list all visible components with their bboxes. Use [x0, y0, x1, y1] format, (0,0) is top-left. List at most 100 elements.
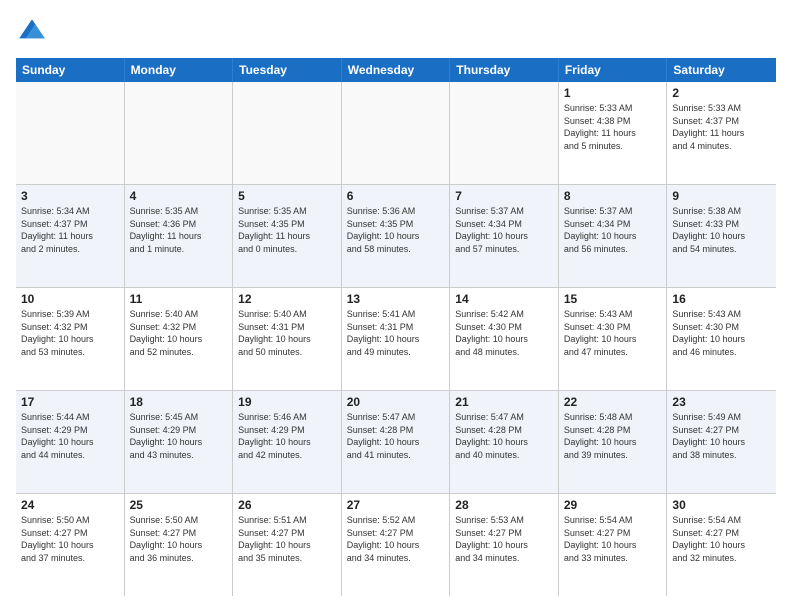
day-cell-8: 8 Sunrise: 5:37 AM Sunset: 4:34 PM Daylig…: [559, 185, 668, 287]
header-day-friday: Friday: [559, 58, 668, 82]
day-info: Sunrise: 5:47 AM Sunset: 4:28 PM Dayligh…: [347, 411, 445, 461]
day-info: Sunrise: 5:52 AM Sunset: 4:27 PM Dayligh…: [347, 514, 445, 564]
day-number: 17: [21, 395, 119, 409]
day-number: 30: [672, 498, 771, 512]
page: SundayMondayTuesdayWednesdayThursdayFrid…: [0, 0, 792, 612]
day-cell-30: 30Sunrise: 5:54 AM Sunset: 4:27 PM Dayli…: [667, 494, 776, 596]
day-info: Sunrise: 5:45 AM Sunset: 4:29 PM Dayligh…: [130, 411, 228, 461]
empty-cell: [450, 82, 559, 184]
day-number: 24: [21, 498, 119, 512]
day-cell-9: 9 Sunrise: 5:38 AM Sunset: 4:33 PM Daylig…: [667, 185, 776, 287]
day-number: 5: [238, 189, 336, 203]
day-number: 4: [130, 189, 228, 203]
day-cell-18: 18 Sunrise: 5:45 AM Sunset: 4:29 PM Dayli…: [125, 391, 234, 493]
calendar-header: SundayMondayTuesdayWednesdayThursdayFrid…: [16, 58, 776, 82]
header-day-sunday: Sunday: [16, 58, 125, 82]
day-number: 25: [130, 498, 228, 512]
day-number: 6: [347, 189, 445, 203]
day-cell-5: 5Sunrise: 5:35 AM Sunset: 4:35 PM Daylig…: [233, 185, 342, 287]
empty-cell: [342, 82, 451, 184]
day-cell-3: 3Sunrise: 5:34 AM Sunset: 4:37 PM Daylig…: [16, 185, 125, 287]
day-info: Sunrise: 5:34 AM Sunset: 4:37 PM Dayligh…: [21, 205, 119, 255]
day-info: Sunrise: 5:43 AM Sunset: 4:30 PM Dayligh…: [672, 308, 771, 358]
day-number: 11: [130, 292, 228, 306]
day-cell-7: 7Sunrise: 5:37 AM Sunset: 4:34 PM Daylig…: [450, 185, 559, 287]
day-cell-29: 29 Sunrise: 5:54 AM Sunset: 4:27 PM Dayli…: [559, 494, 668, 596]
header-day-tuesday: Tuesday: [233, 58, 342, 82]
day-info: Sunrise: 5:37 AM Sunset: 4:34 PM Dayligh…: [564, 205, 662, 255]
day-number: 20: [347, 395, 445, 409]
logo-icon: [16, 16, 48, 48]
empty-cell: [233, 82, 342, 184]
day-number: 29: [564, 498, 662, 512]
day-info: Sunrise: 5:48 AM Sunset: 4:28 PM Dayligh…: [564, 411, 662, 461]
day-number: 8: [564, 189, 662, 203]
day-number: 13: [347, 292, 445, 306]
day-number: 26: [238, 498, 336, 512]
day-cell-28: 28 Sunrise: 5:53 AM Sunset: 4:27 PM Dayli…: [450, 494, 559, 596]
day-number: 16: [672, 292, 771, 306]
day-number: 22: [564, 395, 662, 409]
day-cell-17: 17 Sunrise: 5:44 AM Sunset: 4:29 PM Dayli…: [16, 391, 125, 493]
day-info: Sunrise: 5:46 AM Sunset: 4:29 PM Dayligh…: [238, 411, 336, 461]
day-info: Sunrise: 5:41 AM Sunset: 4:31 PM Dayligh…: [347, 308, 445, 358]
day-cell-14: 14 Sunrise: 5:42 AM Sunset: 4:30 PM Dayli…: [450, 288, 559, 390]
day-number: 21: [455, 395, 553, 409]
day-info: Sunrise: 5:47 AM Sunset: 4:28 PM Dayligh…: [455, 411, 553, 461]
day-info: Sunrise: 5:40 AM Sunset: 4:32 PM Dayligh…: [130, 308, 228, 358]
day-cell-19: 19 Sunrise: 5:46 AM Sunset: 4:29 PM Dayli…: [233, 391, 342, 493]
day-info: Sunrise: 5:50 AM Sunset: 4:27 PM Dayligh…: [21, 514, 119, 564]
day-info: Sunrise: 5:51 AM Sunset: 4:27 PM Dayligh…: [238, 514, 336, 564]
header-day-saturday: Saturday: [667, 58, 776, 82]
day-number: 10: [21, 292, 119, 306]
week-row-1: 3Sunrise: 5:34 AM Sunset: 4:37 PM Daylig…: [16, 185, 776, 288]
day-number: 15: [564, 292, 662, 306]
day-info: Sunrise: 5:38 AM Sunset: 4:33 PM Dayligh…: [672, 205, 771, 255]
day-cell-16: 16 Sunrise: 5:43 AM Sunset: 4:30 PM Dayli…: [667, 288, 776, 390]
day-number: 1: [564, 86, 662, 100]
day-info: Sunrise: 5:44 AM Sunset: 4:29 PM Dayligh…: [21, 411, 119, 461]
day-info: Sunrise: 5:37 AM Sunset: 4:34 PM Dayligh…: [455, 205, 553, 255]
day-number: 12: [238, 292, 336, 306]
day-number: 23: [672, 395, 771, 409]
day-cell-24: 24 Sunrise: 5:50 AM Sunset: 4:27 PM Dayli…: [16, 494, 125, 596]
day-info: Sunrise: 5:50 AM Sunset: 4:27 PM Dayligh…: [130, 514, 228, 564]
logo: [16, 16, 52, 48]
header-day-wednesday: Wednesday: [342, 58, 451, 82]
week-row-4: 24 Sunrise: 5:50 AM Sunset: 4:27 PM Dayli…: [16, 494, 776, 596]
empty-cell: [125, 82, 234, 184]
day-cell-11: 11 Sunrise: 5:40 AM Sunset: 4:32 PM Dayli…: [125, 288, 234, 390]
day-cell-25: 25 Sunrise: 5:50 AM Sunset: 4:27 PM Dayli…: [125, 494, 234, 596]
day-cell-15: 15 Sunrise: 5:43 AM Sunset: 4:30 PM Dayli…: [559, 288, 668, 390]
day-info: Sunrise: 5:43 AM Sunset: 4:30 PM Dayligh…: [564, 308, 662, 358]
day-number: 14: [455, 292, 553, 306]
day-cell-26: 26 Sunrise: 5:51 AM Sunset: 4:27 PM Dayli…: [233, 494, 342, 596]
day-cell-2: 2 Sunrise: 5:33 AM Sunset: 4:37 PM Daylig…: [667, 82, 776, 184]
week-row-0: 1 Sunrise: 5:33 AM Sunset: 4:38 PM Daylig…: [16, 82, 776, 185]
day-cell-22: 22 Sunrise: 5:48 AM Sunset: 4:28 PM Dayli…: [559, 391, 668, 493]
header: [16, 16, 776, 48]
day-info: Sunrise: 5:33 AM Sunset: 4:37 PM Dayligh…: [672, 102, 771, 152]
day-info: Sunrise: 5:54 AM Sunset: 4:27 PM Dayligh…: [564, 514, 662, 564]
day-cell-12: 12Sunrise: 5:40 AM Sunset: 4:31 PM Dayli…: [233, 288, 342, 390]
week-row-2: 10 Sunrise: 5:39 AM Sunset: 4:32 PM Dayli…: [16, 288, 776, 391]
day-cell-23: 23 Sunrise: 5:49 AM Sunset: 4:27 PM Dayli…: [667, 391, 776, 493]
day-cell-6: 6 Sunrise: 5:36 AM Sunset: 4:35 PM Daylig…: [342, 185, 451, 287]
day-cell-13: 13 Sunrise: 5:41 AM Sunset: 4:31 PM Dayli…: [342, 288, 451, 390]
day-info: Sunrise: 5:39 AM Sunset: 4:32 PM Dayligh…: [21, 308, 119, 358]
day-number: 27: [347, 498, 445, 512]
day-info: Sunrise: 5:49 AM Sunset: 4:27 PM Dayligh…: [672, 411, 771, 461]
day-number: 2: [672, 86, 771, 100]
day-number: 19: [238, 395, 336, 409]
day-info: Sunrise: 5:53 AM Sunset: 4:27 PM Dayligh…: [455, 514, 553, 564]
day-number: 28: [455, 498, 553, 512]
day-info: Sunrise: 5:33 AM Sunset: 4:38 PM Dayligh…: [564, 102, 662, 152]
header-day-thursday: Thursday: [450, 58, 559, 82]
day-info: Sunrise: 5:42 AM Sunset: 4:30 PM Dayligh…: [455, 308, 553, 358]
calendar: SundayMondayTuesdayWednesdayThursdayFrid…: [16, 58, 776, 596]
day-number: 9: [672, 189, 771, 203]
day-info: Sunrise: 5:36 AM Sunset: 4:35 PM Dayligh…: [347, 205, 445, 255]
header-day-monday: Monday: [125, 58, 234, 82]
day-number: 18: [130, 395, 228, 409]
day-cell-10: 10 Sunrise: 5:39 AM Sunset: 4:32 PM Dayli…: [16, 288, 125, 390]
